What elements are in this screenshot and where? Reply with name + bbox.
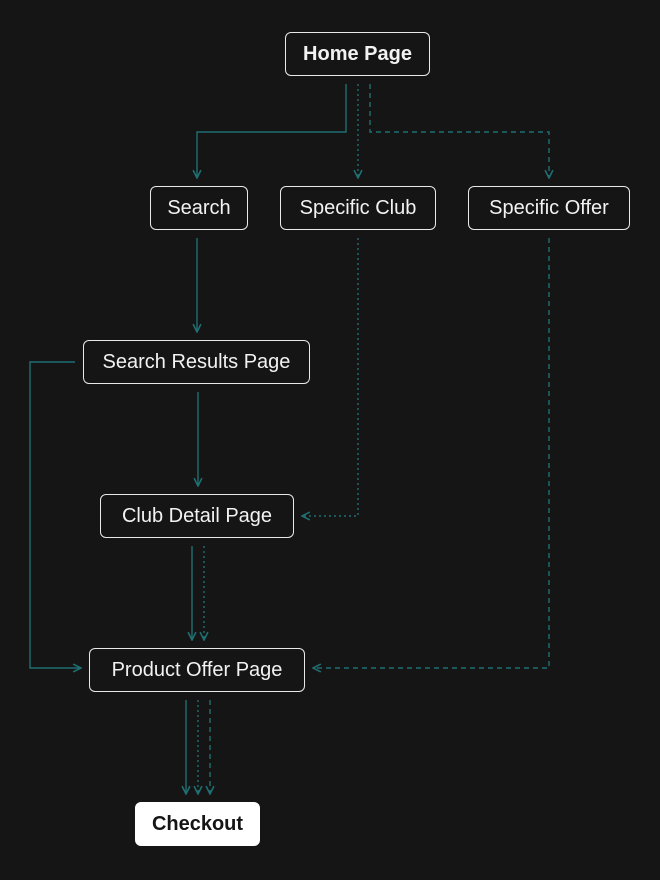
node-checkout: Checkout (135, 802, 260, 846)
edge-search-results-to-product-offer-solid (29, 361, 81, 668)
node-specific-offer: Specific Offer (468, 186, 630, 230)
node-specific-club: Specific Club (280, 186, 436, 230)
edge-specific-club-to-club-detail-dotted (302, 238, 359, 516)
node-search-results-page: Search Results Page (83, 340, 310, 384)
node-club-detail-page: Club Detail Page (100, 494, 294, 538)
flow-edges (29, 84, 660, 880)
edge-specific-offer-to-product-offer-dashed (313, 238, 550, 668)
node-product-offer-page: Product Offer Page (89, 648, 305, 692)
edge-home-to-search-solid (197, 84, 347, 178)
node-search: Search (150, 186, 248, 230)
edge-home-to-specific-offer-dashed (369, 84, 549, 178)
node-home-page: Home Page (285, 32, 430, 76)
